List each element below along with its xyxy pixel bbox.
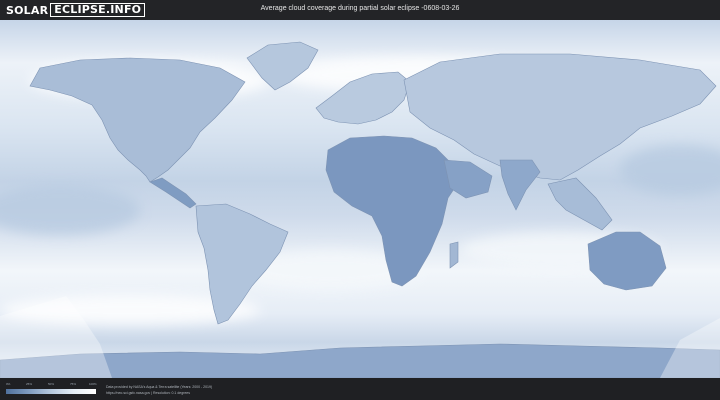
cloud-coverage-map [0, 20, 720, 378]
legend-tick: 100% [89, 382, 97, 386]
page: SOLAR ECLIPSE.INFO Average cloud coverag… [0, 0, 720, 400]
footer-bar [0, 378, 720, 400]
header-bar: SOLAR ECLIPSE.INFO Average cloud coverag… [0, 0, 720, 20]
logo-solar-text: SOLAR [6, 3, 49, 17]
legend-tick: 25% [26, 382, 33, 386]
data-credit: Data provided by NASA's Aqua & Terra sat… [106, 385, 213, 389]
legend-tick-labels: 0% 25% 50% 75% 100% [6, 382, 97, 388]
legend-tick: 0% [6, 382, 11, 386]
legend-tick: 50% [48, 382, 55, 386]
logo-site-text: ECLIPSE.INFO [50, 3, 146, 17]
data-source-link[interactable]: https://neo.sci.gsfc.nasa.gov | Resoluti… [106, 391, 190, 395]
legend-color-bar [6, 389, 96, 394]
site-logo[interactable]: SOLAR ECLIPSE.INFO [6, 3, 146, 17]
legend-tick: 75% [70, 382, 77, 386]
map-title: Average cloud coverage during partial so… [260, 5, 460, 12]
